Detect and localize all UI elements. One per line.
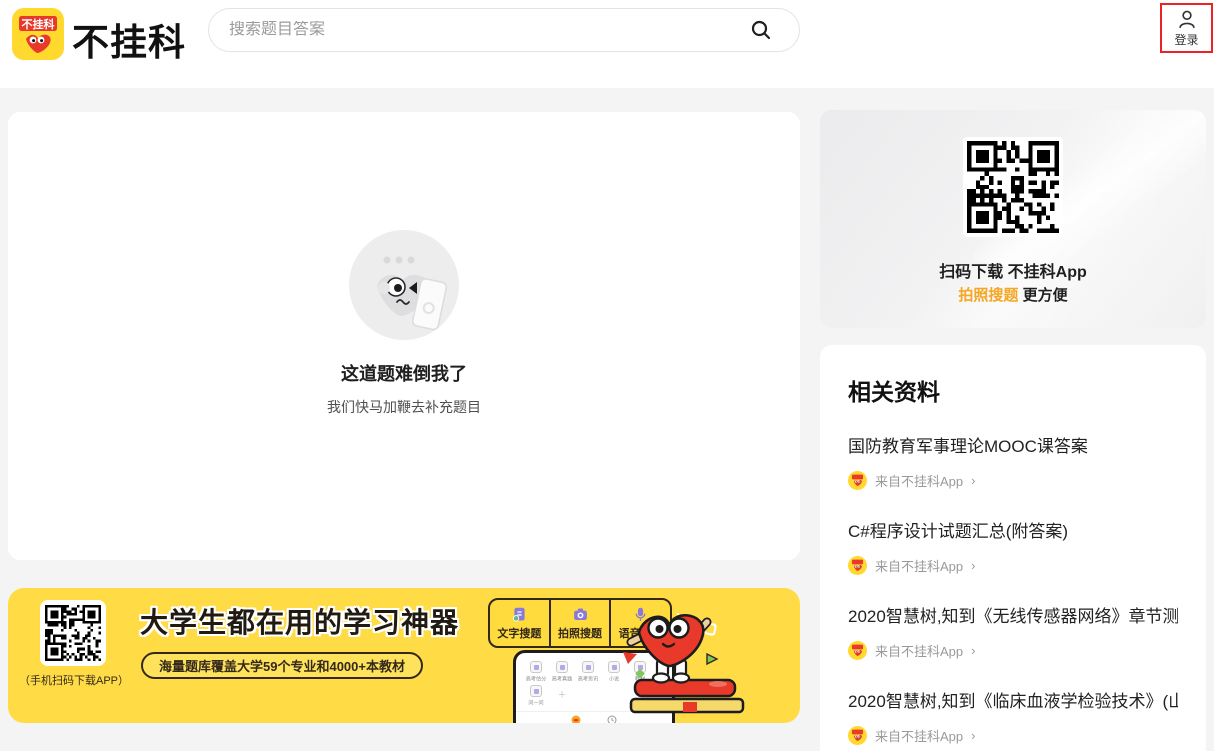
empty-state-card: 这道题难倒我了 我们快马加鞭去补充题目 [8,112,800,560]
clock-tab-icon [607,715,617,723]
related-item-title[interactable]: C#程序设计试题汇总(附答案) [848,520,1178,544]
camera-icon [572,606,589,623]
app-mini-logo-icon [848,556,867,575]
app-mini-logo-icon [848,726,867,745]
text-search-icon [511,606,528,623]
related-item[interactable]: 2020智慧树,知到《无线传感器网络》章节测… 来自不挂科App › [848,605,1178,660]
banner-title: 大学生都在用的学习神器 [140,601,459,641]
chevron-right-icon: › [971,558,975,573]
search-input[interactable] [229,21,749,39]
user-icon [1176,8,1198,30]
chevron-right-icon: › [971,643,975,658]
page: 不挂科 不挂科 登录 [0,0,1214,751]
empty-state-illustration [349,230,459,340]
download-text: 扫码下载 不挂科App [820,258,1206,282]
feature-text-search: 文字搜题 [490,600,549,646]
related-item-source[interactable]: 来自不挂科App › [848,641,1178,660]
related-item-source[interactable]: 来自不挂科App › [848,471,1178,490]
download-qr-code [963,137,1063,237]
search-bar[interactable] [208,8,800,52]
login-button[interactable]: 登录 [1160,3,1213,53]
feature-photo-search: 拍照搜题 [549,600,610,646]
related-item[interactable]: 2020智慧树,知到《临床血液学检验技术》(山… 来自不挂科App › [848,690,1178,745]
banner-qr-caption: （手机扫码下载APP） [16,672,132,688]
related-item-title[interactable]: 2020智慧树,知到《无线传感器网络》章节测… [848,605,1178,629]
empty-state-subtitle: 我们快马加鞭去补充题目 [327,397,481,417]
login-label: 登录 [1174,31,1198,48]
related-item[interactable]: 国防教育军事理论MOOC课答案 来自不挂科App › [848,435,1178,490]
related-materials-card: 相关资料 国防教育军事理论MOOC课答案 来自不挂科App › C#程序设计试题… [820,345,1206,751]
app-mini-logo-icon [848,471,867,490]
related-item-title[interactable]: 2020智慧树,知到《临床血液学检验技术》(山… [848,690,1178,714]
search-icon[interactable] [749,18,773,42]
related-item[interactable]: C#程序设计试题汇总(附答案) 来自不挂科App › [848,520,1178,575]
download-qr-card: 扫码下载 不挂科App 拍照搜题 更方便 [820,110,1206,328]
related-item-source[interactable]: 来自不挂科App › [848,726,1178,745]
download-subtext: 拍照搜题 更方便 [820,284,1206,305]
app-logo-icon[interactable]: 不挂科 [12,8,64,60]
photo-search-highlight: 拍照搜题 [958,287,1018,304]
app-mini-logo-icon [848,641,867,660]
home-tab-icon [571,715,581,723]
banner-badge: 海量题库覆盖大学59个专业和4000+本教材 [141,652,423,679]
brand-wordmark: 不挂科 [72,12,186,66]
heart-mascot [623,602,793,723]
chevron-right-icon: › [971,728,975,743]
related-title: 相关资料 [848,373,1178,407]
related-item-title[interactable]: 国防教育军事理论MOOC课答案 [848,435,1178,459]
svg-text:不挂科: 不挂科 [22,17,55,31]
empty-state-title: 这道题难倒我了 [341,360,467,386]
related-item-source[interactable]: 来自不挂科App › [848,556,1178,575]
header: 不挂科 不挂科 登录 [0,0,1214,88]
banner-qr-code [40,600,106,666]
app-promo-banner[interactable]: （手机扫码下载APP） 大学生都在用的学习神器 海量题库覆盖大学59个专业和40… [8,588,800,723]
chevron-right-icon: › [971,473,975,488]
